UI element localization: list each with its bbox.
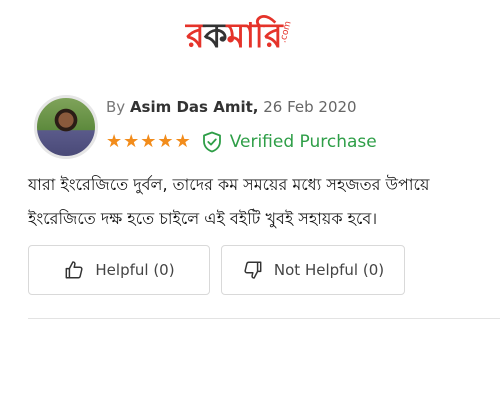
star-icon: ★: [106, 131, 123, 152]
review-text: যারা ইংরেজিতে দুর্বল, তাদের কম সময়ের মধ…: [28, 168, 488, 236]
reviewer-avatar: [34, 95, 98, 159]
reviewer-name[interactable]: Asim Das Amit,: [130, 98, 259, 116]
thumbs-up-icon: [65, 261, 83, 279]
by-label: By: [106, 98, 126, 116]
review-text-line-1: যারা ইংরেজিতে দুর্বল, তাদের কম সময়ের মধ…: [28, 175, 430, 194]
logo-part-3: মারি: [226, 16, 283, 56]
star-icon: ★: [174, 131, 191, 152]
star-icon: ★: [140, 131, 157, 152]
thumbs-down-icon: [244, 261, 262, 279]
review-date: 26 Feb 2020: [263, 98, 357, 116]
reviewer-line: By Asim Das Amit, 26 Feb 2020: [106, 97, 357, 117]
helpful-button[interactable]: Helpful (0): [28, 245, 210, 295]
verified-purchase-label: Verified Purchase: [229, 132, 377, 152]
site-logo[interactable]: রকমারি .com: [186, 14, 310, 58]
review-text-line-2: ইংরেজিতে দক্ষ হতে চাইলে এই বইটি খুবই সহা…: [28, 209, 378, 228]
logo-wordmark: রকমারি: [186, 14, 283, 58]
rating-row: ★ ★ ★ ★ ★ Verified Purchase: [106, 131, 377, 153]
logo-part-2: ক: [203, 16, 228, 56]
star-icon: ★: [123, 131, 140, 152]
helpful-label: Helpful (0): [95, 261, 175, 279]
star-icon: ★: [157, 131, 174, 152]
not-helpful-label: Not Helpful (0): [273, 261, 385, 279]
divider: [28, 318, 500, 319]
not-helpful-button[interactable]: Not Helpful (0): [221, 245, 405, 295]
shield-check-icon: [202, 131, 221, 153]
logo-part-1: র: [186, 16, 205, 56]
